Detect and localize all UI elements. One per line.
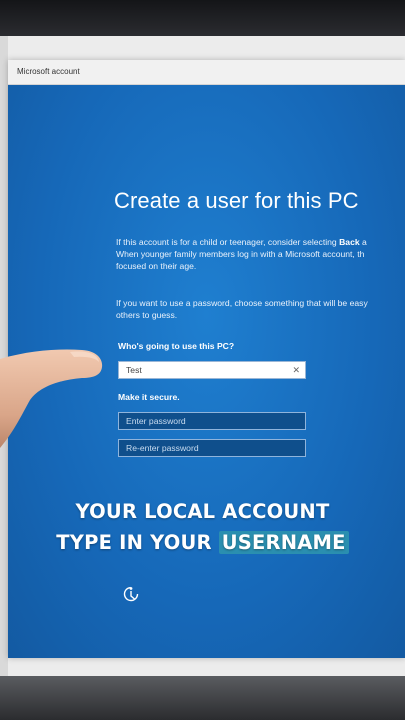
notice-line-1: If this account is for a child or teenag…: [116, 236, 367, 248]
username-value: Test: [126, 365, 142, 375]
caption-line-2: TYPE IN YOUR USERNAME: [0, 531, 405, 554]
who-label: Who's going to use this PC?: [118, 341, 235, 351]
pointing-finger: [0, 349, 103, 448]
password-input[interactable]: Enter password: [118, 412, 306, 430]
photo-stage: Microsoft account Create a user for this…: [0, 0, 405, 720]
back-link-text: Back: [339, 237, 360, 247]
caption-highlight: USERNAME: [218, 531, 349, 554]
reenter-password-placeholder: Re-enter password: [126, 443, 199, 453]
notice-text: If this account is for a child or teenag…: [116, 237, 340, 247]
window-title: Microsoft account: [17, 67, 80, 76]
password-notice: If you want to use a password, choose so…: [116, 297, 368, 321]
username-input[interactable]: Test ✕: [118, 361, 306, 379]
password-notice-line-2: others to guess.: [116, 310, 178, 320]
title-bar[interactable]: Microsoft account: [8, 60, 405, 85]
notice-line-2: When younger family members log in with …: [116, 249, 365, 259]
notice-text-tail: a: [359, 237, 367, 247]
child-account-notice: If this account is for a child or teenag…: [116, 236, 367, 272]
secure-label: Make it secure.: [118, 392, 180, 402]
notice-line-3: focused on their age.: [116, 261, 197, 271]
password-placeholder: Enter password: [126, 416, 186, 426]
monitor-bezel-bottom: [0, 676, 405, 720]
caption-plain: TYPE IN YOUR: [56, 531, 219, 554]
close-icon[interactable]: ✕: [292, 362, 300, 378]
monitor-bezel-top: [0, 0, 405, 38]
reenter-password-input[interactable]: Re-enter password: [118, 439, 306, 457]
caption-line-1: YOUR LOCAL ACCOUNT: [75, 500, 330, 523]
password-notice-line-1: If you want to use a password, choose so…: [116, 298, 368, 308]
page-title: Create a user for this PC: [114, 188, 359, 213]
accessibility-icon[interactable]: [122, 585, 140, 603]
